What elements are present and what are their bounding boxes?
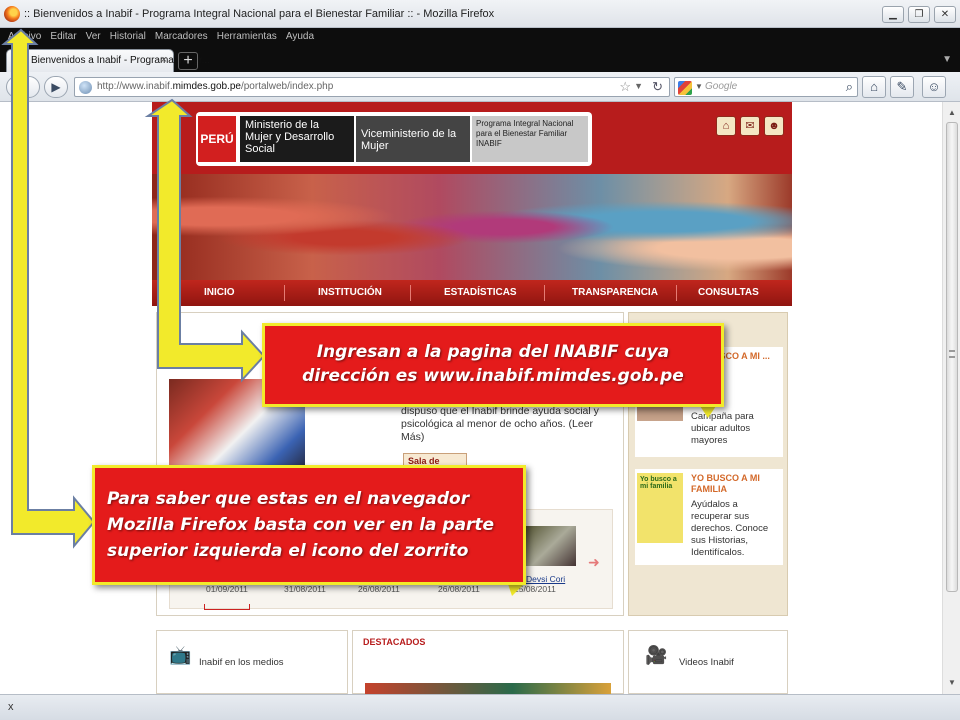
menu-marcadores[interactable]: Marcadores [155, 28, 208, 46]
scroll-up-icon[interactable]: ▲ [945, 106, 959, 120]
reload-icon[interactable]: ↻ [652, 79, 663, 95]
side-card-desc: Ayúdalos a recuperar sus derechos. Conoc… [691, 499, 769, 558]
callout-firefox-info: Para saber que estas en el navegador Moz… [92, 465, 526, 585]
navigation-toolbar: ◀ ▶ http://www.inabif.mimdes.gob.pe/port… [0, 72, 960, 102]
hero-banner-photo [152, 174, 792, 280]
menu-archivo[interactable]: Archivo [8, 28, 41, 46]
destacados-heading: DESTACADOS [363, 637, 426, 647]
box-destacados[interactable]: DESTACADOS [352, 630, 624, 694]
site-header: PERÚ Ministerio de la Mujer y Desarrollo… [152, 102, 792, 174]
nav-consultas[interactable]: CONSULTAS [698, 287, 759, 298]
side-card-title: YO BUSCO A MI FAMILIA [691, 473, 760, 494]
thumb-date: 26/08/2011 [358, 584, 400, 594]
box-medios-label: Inabif en los medios [199, 657, 284, 668]
menu-historial[interactable]: Historial [110, 28, 146, 46]
callout-url-line1: Ingresan a la pagina del INABIF cuya [316, 342, 670, 362]
people-icon[interactable]: ☻ [764, 116, 784, 136]
nav-institucion[interactable]: INSTITUCIÓN [318, 287, 382, 298]
side-card-familia[interactable]: Yo busco a mi familia YO BUSCO A MI FAMI… [635, 469, 783, 565]
home-icon[interactable]: ⌂ [862, 76, 886, 98]
status-bar: x [0, 694, 960, 720]
next-arrow-icon[interactable]: ➜ [588, 554, 600, 571]
menu-editar[interactable]: Editar [50, 28, 76, 46]
video-camera-icon: 🎥 [645, 645, 668, 665]
status-close-icon[interactable]: x [8, 701, 14, 713]
mail-icon[interactable]: ✉ [740, 116, 760, 136]
thumb-date: 31/08/2011 [284, 584, 326, 594]
box-videos[interactable]: 🎥 Videos Inabif [628, 630, 788, 694]
tv-icon: 📺 [169, 645, 192, 665]
scroll-down-icon[interactable]: ▼ [945, 676, 959, 690]
nav-separator [284, 285, 285, 301]
window-title: :: Bienvenidos a Inabif - Programa Integ… [24, 8, 495, 20]
profile-face-icon[interactable]: ☺ [922, 76, 946, 98]
url-text: http://www.inabif.mimdes.gob.pe/portalwe… [97, 81, 334, 92]
tab-bar: Bienvenidos a Inabif - Programa Integr..… [0, 46, 960, 72]
maximize-button[interactable]: ❐ [908, 6, 930, 23]
thumb-date: 25/08/2011 [514, 584, 556, 594]
site-identity-icon[interactable] [79, 81, 92, 94]
search-icon[interactable]: ⌕ [846, 79, 853, 95]
side-card-desc: Campaña para ubicar adultos mayores [691, 411, 754, 446]
vertical-scrollbar[interactable]: ▲ ▼ [942, 102, 960, 694]
thumb-date: 01/09/2011 [206, 584, 248, 594]
menu-ayuda[interactable]: Ayuda [286, 28, 314, 46]
minimize-button[interactable]: ▁ [882, 6, 904, 23]
menu-bar: Archivo Editar Ver Historial Marcadores … [0, 28, 960, 46]
bookmark-star-icon[interactable]: ☆ [619, 79, 631, 95]
active-thumb-marker [204, 604, 250, 610]
box-videos-label: Videos Inabif [679, 657, 734, 668]
menu-ver[interactable]: Ver [86, 28, 101, 46]
tab-list-icon[interactable]: ▼ [942, 54, 952, 65]
logo-peru: PERÚ [198, 116, 236, 162]
back-button[interactable]: ◀ [6, 76, 40, 98]
thumbnail-image[interactable] [526, 526, 576, 566]
tab-inabif[interactable]: Bienvenidos a Inabif - Programa Integr..… [6, 49, 210, 72]
home-site-icon[interactable]: ⌂ [716, 116, 736, 136]
search-bar[interactable]: ▼ Google ⌕ [674, 77, 858, 97]
tab-close-icon[interactable]: × [161, 54, 167, 66]
google-engine-icon[interactable] [678, 81, 692, 95]
callout-url-info: Ingresan a la pagina del INABIF cuya dir… [262, 323, 724, 407]
site-logo[interactable]: PERÚ Ministerio de la Mujer y Desarrollo… [196, 112, 592, 166]
nav-separator [544, 285, 545, 301]
search-engine-dropdown-icon[interactable]: ▼ [695, 82, 703, 91]
firefox-logo-icon[interactable] [4, 6, 20, 22]
menu-herramientas[interactable]: Herramientas [217, 28, 277, 46]
destacados-image [365, 683, 611, 694]
nav-transparencia[interactable]: TRANSPARENCIA [572, 287, 658, 298]
news-text[interactable]: dispuso que el Inabif brinde ayuda socia… [401, 405, 601, 444]
nav-separator [410, 285, 411, 301]
window-titlebar: :: Bienvenidos a Inabif - Programa Integ… [0, 0, 960, 28]
thumb-date: 26/08/2011 [438, 584, 480, 594]
callout-url-line2: dirección es www.inabif.mimdes.gob.pe [302, 366, 684, 386]
url-history-dropdown-icon[interactable]: ▼ [634, 81, 643, 91]
nav-separator [676, 285, 677, 301]
addon-icon[interactable]: ✎ [890, 76, 914, 98]
forward-button[interactable]: ▶ [44, 76, 68, 98]
url-bar[interactable]: http://www.inabif.mimdes.gob.pe/portalwe… [74, 77, 670, 97]
scroll-grip [949, 350, 955, 358]
new-tab-button[interactable]: + [178, 52, 198, 70]
nav-estadisticas[interactable]: ESTADÍSTICAS [444, 287, 517, 298]
header-icons: ⌂ ✉ ☻ [716, 116, 784, 136]
nav-inicio[interactable]: INICIO [204, 287, 235, 298]
site-nav: INICIO INSTITUCIÓN ESTADÍSTICAS TRANSPAR… [152, 280, 792, 306]
close-window-button[interactable]: ✕ [934, 6, 956, 23]
logo-programa: Programa Integral Nacional para el Biene… [472, 116, 588, 162]
logo-viceministerio: Viceministerio de la Mujer [356, 116, 470, 162]
thumbnail-caption[interactable]: Devsi Cori [526, 574, 565, 584]
logo-ministerio: Ministerio de la Mujer y Desarrollo Soci… [240, 116, 354, 162]
box-medios[interactable]: 📺 Inabif en los medios [156, 630, 348, 694]
window-controls: ▁ ❐ ✕ [882, 6, 956, 23]
side-card-image: Yo busco a mi familia [637, 473, 683, 543]
search-placeholder: Google [705, 81, 738, 92]
